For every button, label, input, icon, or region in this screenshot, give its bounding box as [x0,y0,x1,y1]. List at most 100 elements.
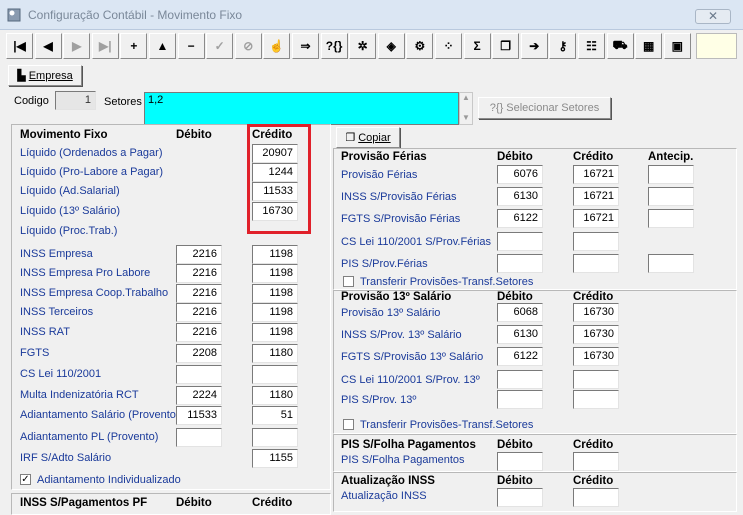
empresa-button[interactable]: ▙ Empresa [8,65,82,86]
ferias-antecip-field[interactable] [648,209,694,228]
movimento-credito-field[interactable] [252,428,298,447]
decimo-credito-field[interactable]: 16730 [573,303,619,322]
app-icon [7,8,21,22]
movimento-credito-field[interactable]: 51 [252,406,298,425]
sum-icon[interactable]: Σ [463,33,491,59]
ferias-antecip-field[interactable] [648,254,694,273]
cancel-button[interactable]: ⊘ [234,33,262,59]
export-icon[interactable]: ⇒ [292,33,319,59]
ferias-credito-field[interactable]: 16721 [573,187,619,206]
adiantamento-checkbox-label: Adiantamento Individualizado [37,474,181,486]
movimento-credito-field[interactable]: 1180 [252,386,298,405]
movimento-credito-field[interactable]: 1198 [252,303,298,322]
inss-pf-debito-header: Débito [176,497,212,509]
truck-icon[interactable]: ⛟ [606,33,634,59]
decimo-debito-field[interactable]: 6130 [497,325,543,344]
last-record-button[interactable]: ▶| [91,33,119,59]
inss-upd-credito-header: Crédito [573,475,614,487]
ferias-row-label: PIS S/Prov.Férias [341,258,428,270]
copiar-button-label: Copiar [358,131,391,144]
copy-icon[interactable]: ❐ [492,33,520,59]
pis-credito-field[interactable] [573,452,619,471]
ferias-antecip-field[interactable] [648,165,694,184]
network-icon[interactable]: ⚙ [406,33,434,59]
calendar-icon[interactable]: ▦ [635,33,663,59]
movimento-row-label: Líquido (Ad.Salarial) [20,185,120,197]
movimento-debito-field[interactable]: 2216 [176,264,222,283]
setores-field[interactable]: 1,2 [144,92,459,125]
decimo-credito-field[interactable] [573,390,619,409]
close-button[interactable]: ✕ [695,9,731,24]
hand-icon[interactable]: ☝ [263,33,291,59]
copiar-button[interactable]: ❐ Copiar [336,127,400,148]
movimento-debito-field[interactable]: 2216 [176,303,222,322]
movimento-credito-field[interactable]: 1198 [252,245,298,264]
ferias-debito-field[interactable]: 6130 [497,187,543,206]
movimento-credito-field[interactable]: 1198 [252,264,298,283]
ferias-credito-field[interactable]: 16721 [573,209,619,228]
adiantamento-checkbox[interactable]: ✓ [20,474,31,485]
movimento-fixo-title: Movimento Fixo [20,129,108,141]
decimo-credito-field[interactable]: 16730 [573,347,619,366]
decimo-debito-field[interactable]: 6122 [497,347,543,366]
movimento-credito-field[interactable]: 1198 [252,284,298,303]
stop-icon[interactable]: ▣ [663,33,691,59]
movimento-debito-field[interactable]: 2216 [176,245,222,264]
ferias-credito-field[interactable]: 16721 [573,165,619,184]
decimo-debito-field[interactable] [497,390,543,409]
ferias-debito-field[interactable]: 6076 [497,165,543,184]
movimento-credito-field[interactable] [252,365,298,384]
movimento-debito-field[interactable]: 2216 [176,284,222,303]
first-record-button[interactable]: |◀ [6,33,33,59]
decimo-credito-field[interactable]: 16730 [573,325,619,344]
report-icon[interactable]: ◈ [377,33,405,59]
movimento-credito-field[interactable]: 1155 [252,449,298,468]
movimento-debito-field[interactable]: 2216 [176,323,222,342]
exit-icon[interactable]: ➔ [520,33,548,59]
ferias-credito-field[interactable] [573,254,619,273]
selecionar-setores-button[interactable]: ?{} Selecionar Setores [478,97,611,119]
movimento-row-label: Líquido (Ordenados a Pagar) [20,147,163,159]
inss-upd-debito-field[interactable] [497,488,543,507]
delete-button[interactable]: − [177,33,205,59]
query-icon[interactable]: ?{} [320,33,348,59]
ferias-row-label: Provisão Férias [341,169,418,181]
ferias-antecip-field[interactable] [648,187,694,206]
setores-scrollbar[interactable]: ▲ ▼ [459,92,473,125]
decimo-debito-field[interactable]: 6068 [497,303,543,322]
next-record-button[interactable]: ▶ [63,33,91,59]
movimento-debito-field[interactable] [176,428,222,447]
ferias-debito-field[interactable]: 6122 [497,209,543,228]
movimento-credito-field[interactable]: 1180 [252,344,298,363]
decimo-debito-field[interactable] [497,370,543,389]
window-title: Configuração Contábil - Movimento Fixo [28,8,243,22]
codigo-field[interactable]: 1 [55,91,96,110]
movimento-credito-field[interactable]: 1198 [252,323,298,342]
insert-button[interactable]: + [120,33,148,59]
key-icon[interactable]: ⚷ [549,33,577,59]
movimento-debito-field[interactable]: 2208 [176,344,222,363]
tools-icon[interactable]: ☷ [578,33,605,59]
ferias-transfer-label: Transferir Provisões-Transf.Setores [360,276,534,288]
decimo-title: Provisão 13º Salário [341,291,452,303]
inss-upd-credito-field[interactable] [573,488,619,507]
movimento-debito-field[interactable]: 11533 [176,406,222,425]
edit-button[interactable]: ▲ [149,33,176,59]
confirm-button[interactable]: ✓ [206,33,234,59]
decimo-transfer-checkbox[interactable] [343,419,354,430]
ferias-debito-field[interactable] [497,232,543,251]
prev-record-button[interactable]: ◀ [34,33,62,59]
movimento-debito-field[interactable]: 2224 [176,386,222,405]
ferias-debito-field[interactable] [497,254,543,273]
setores-label: Setores [104,96,142,108]
dots-icon[interactable]: ⁘ [435,33,462,59]
decimo-credito-field[interactable] [573,370,619,389]
movimento-debito-field[interactable] [176,365,222,384]
pis-debito-field[interactable] [497,452,543,471]
decimo-transfer-label: Transferir Provisões-Transf.Setores [360,419,534,431]
ferias-credito-field[interactable] [573,232,619,251]
movimento-row-label: Multa Indenizatória RCT [20,389,139,401]
config-icon[interactable]: ✲ [349,33,377,59]
movimento-row-label: IRF S/Adto Salário [20,452,112,464]
ferias-transfer-checkbox[interactable] [343,276,354,287]
